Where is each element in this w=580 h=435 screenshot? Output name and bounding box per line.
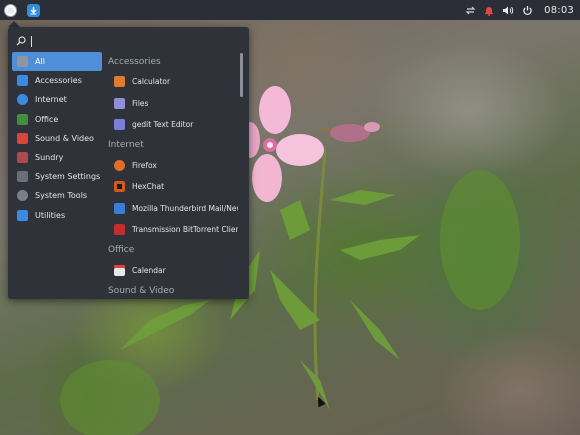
top-panel: 08:03 (0, 0, 580, 20)
files-icon (114, 97, 125, 109)
firefox-icon (114, 159, 125, 171)
app-list-scrollbar[interactable] (240, 53, 243, 97)
application-menu: All Accessories Internet Office Sound & … (8, 27, 249, 299)
system-settings-icon (17, 171, 28, 183)
category-system-tools[interactable]: System Tools (12, 186, 102, 205)
sundry-icon (17, 151, 28, 163)
category-utilities[interactable]: Utilities (12, 206, 102, 225)
app-transmission[interactable]: Transmission BitTorrent Client (106, 219, 238, 241)
application-menu-button[interactable] (0, 0, 20, 20)
category-all[interactable]: All (12, 52, 102, 71)
sound-video-icon (17, 132, 28, 144)
category-label: System Settings (35, 172, 101, 182)
app-label: Transmission BitTorrent Client (132, 225, 238, 235)
category-label: Utilities (35, 210, 66, 220)
category-label: Sound & Video (35, 133, 94, 143)
category-label: System Tools (35, 191, 88, 201)
app-label: gedit Text Editor (132, 120, 194, 130)
transmission-icon (114, 224, 125, 236)
app-thunderbird[interactable]: Mozilla Thunderbird Mail/News (106, 198, 238, 220)
category-sound-video[interactable]: Sound & Video (12, 129, 102, 148)
accessories-icon (17, 75, 28, 87)
calendar-icon (114, 264, 125, 276)
clock[interactable]: 08:03 (544, 5, 574, 16)
app-gedit[interactable]: gedit Text Editor (106, 114, 238, 136)
download-arrow-icon (30, 6, 37, 14)
app-label: Calendar (132, 265, 166, 275)
app-calculator[interactable]: Calculator (106, 71, 238, 93)
category-accessories[interactable]: Accessories (12, 71, 102, 90)
application-list: Accessories Calculator Files gedit Text … (106, 52, 238, 299)
internet-icon (17, 94, 28, 106)
app-label: HexChat (132, 182, 165, 192)
search-bar[interactable] (16, 33, 236, 49)
category-label: Accessories (35, 76, 82, 86)
category-label: Office (35, 114, 59, 124)
search-input[interactable] (31, 35, 32, 47)
download-launcher-icon[interactable] (27, 3, 40, 17)
app-label: Calculator (132, 77, 171, 87)
app-hexchat[interactable]: HexChat (106, 176, 238, 198)
app-label: Mozilla Thunderbird Mail/News (132, 203, 238, 213)
category-internet[interactable]: Internet (12, 90, 102, 109)
menu-circle-icon (3, 3, 17, 17)
section-heading-office: Office (108, 245, 135, 255)
app-label: Files (132, 98, 149, 108)
office-icon (17, 113, 28, 125)
hexchat-icon (114, 181, 125, 193)
category-label: All (35, 57, 45, 66)
power-icon[interactable] (521, 4, 533, 16)
section-heading-sound-video: Sound & Video (108, 285, 175, 296)
notification-bell-icon[interactable] (483, 4, 495, 16)
app-firefox[interactable]: Firefox (106, 155, 238, 177)
app-files[interactable]: Files (106, 93, 238, 115)
category-system-settings[interactable]: System Settings (12, 167, 102, 186)
text-editor-icon (114, 119, 125, 131)
calculator-icon (114, 76, 125, 88)
system-tools-icon (17, 190, 28, 202)
category-label: Internet (35, 95, 67, 105)
section-heading-internet: Internet (108, 140, 144, 150)
thunderbird-icon (114, 202, 125, 214)
volume-icon[interactable] (502, 4, 514, 16)
category-office[interactable]: Office (12, 110, 102, 129)
all-icon (17, 56, 28, 67)
network-icon[interactable] (464, 4, 476, 16)
utilities-icon (17, 209, 28, 221)
system-tray: 08:03 (464, 0, 574, 20)
section-heading-accessories: Accessories (108, 56, 161, 67)
app-label: Firefox (132, 160, 157, 170)
category-label: Sundry (35, 152, 64, 162)
app-calendar[interactable]: Calendar (106, 260, 238, 282)
category-sundry[interactable]: Sundry (12, 148, 102, 167)
search-icon (16, 36, 26, 46)
category-list: All Accessories Internet Office Sound & … (12, 52, 102, 225)
